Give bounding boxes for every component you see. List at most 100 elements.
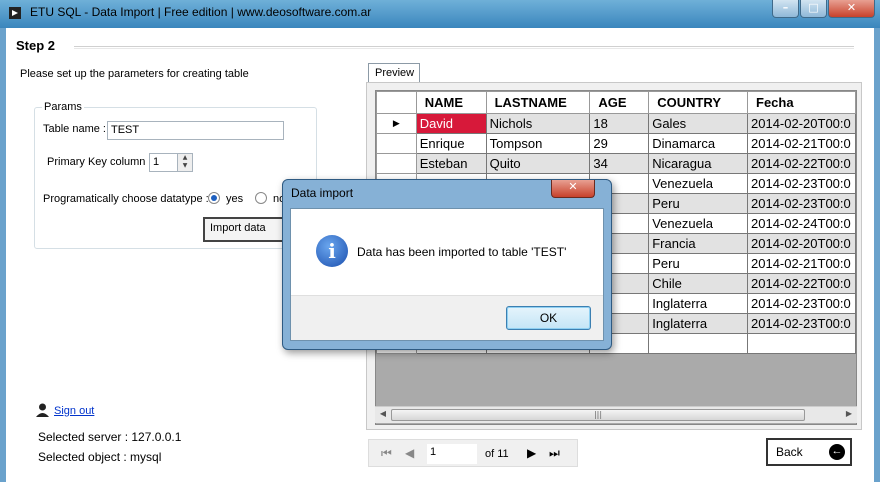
tab-preview[interactable]: Preview: [368, 63, 420, 83]
window-frame-right: [874, 28, 880, 482]
data-import-dialog: Data import ✕ i Data has been imported t…: [282, 179, 612, 350]
pager: ⏮ ◀ 1 of 11 ▶ ⏭: [368, 439, 578, 467]
page-count-text: of 11: [485, 448, 509, 460]
selected-server-text: Selected server : 127.0.0.1: [38, 430, 182, 444]
table-cell[interactable]: David: [415, 113, 487, 134]
table-row[interactable]: ▶ David Nichols 18 Gales 2014-02-20T00:0: [376, 113, 856, 134]
table-cell[interactable]: Esteban: [415, 153, 487, 174]
table-cell[interactable]: Enrique: [415, 133, 487, 154]
first-page-icon[interactable]: ⏮: [381, 446, 392, 461]
minimize-button[interactable]: –: [772, 0, 799, 18]
ok-button[interactable]: OK: [506, 306, 591, 330]
last-page-icon[interactable]: ⏭: [549, 446, 560, 461]
table-cell[interactable]: Quito: [485, 153, 591, 174]
step-divider: [74, 46, 854, 49]
table-cell[interactable]: 2014-02-23T00:0: [747, 193, 856, 214]
next-page-icon[interactable]: ▶: [527, 446, 536, 460]
back-label: Back: [776, 445, 803, 459]
row-header[interactable]: [376, 133, 417, 154]
table-cell[interactable]: 2014-02-21T00:0: [747, 253, 856, 274]
dialog-title: Data import: [291, 186, 354, 200]
table-cell[interactable]: Francia: [648, 233, 748, 254]
selected-object-text: Selected object : mysql: [38, 450, 162, 464]
window-title: ETU SQL - Data Import | Free edition | w…: [30, 5, 372, 19]
import-data-label: Import data: [210, 222, 266, 234]
minimize-icon: –: [782, 1, 789, 14]
table-cell[interactable]: 18: [589, 113, 650, 134]
table-cell[interactable]: Nicaragua: [648, 153, 748, 174]
table-cell[interactable]: [747, 333, 856, 354]
scroll-left-icon[interactable]: ◀: [377, 409, 389, 418]
table-name-input[interactable]: TEST: [107, 121, 284, 140]
back-arrow-icon: ←: [829, 444, 845, 460]
table-cell[interactable]: 2014-02-23T00:0: [747, 293, 856, 314]
column-header[interactable]: LASTNAME: [485, 91, 591, 114]
spinner-down-icon[interactable]: ▼: [178, 162, 192, 170]
datatype-no-radio[interactable]: [255, 192, 267, 204]
row-header[interactable]: [376, 153, 417, 174]
window-titlebar: ETU SQL - Data Import | Free edition | w…: [0, 0, 880, 28]
app-icon: [9, 7, 21, 19]
maximize-button[interactable]: □: [800, 0, 827, 18]
table-cell[interactable]: Nichols: [485, 113, 591, 134]
sign-out-link[interactable]: Sign out: [54, 405, 94, 417]
primary-key-label: Primary Key column :: [47, 156, 152, 168]
header-row: NAME LASTNAME AGE COUNTRY Fecha: [376, 91, 856, 114]
table-cell[interactable]: Peru: [648, 193, 748, 214]
current-row-icon[interactable]: ▶: [376, 113, 417, 134]
dialog-message: Data has been imported to table 'TEST': [357, 245, 567, 259]
table-cell[interactable]: 2014-02-22T00:0: [747, 153, 856, 174]
primary-key-input[interactable]: 1: [149, 153, 178, 172]
datatype-yes-label: yes: [226, 193, 244, 205]
dialog-footer: OK: [291, 295, 603, 340]
table-cell[interactable]: 2014-02-21T00:0: [747, 133, 856, 154]
table-cell[interactable]: 34: [589, 153, 650, 174]
dialog-close-button[interactable]: ✕: [551, 180, 595, 198]
table-cell[interactable]: Gales: [648, 113, 748, 134]
back-button[interactable]: Back ←: [766, 438, 852, 466]
table-cell[interactable]: Tompson: [485, 133, 591, 154]
table-cell[interactable]: Chile: [648, 273, 748, 294]
table-cell[interactable]: 2014-02-23T00:0: [747, 173, 856, 194]
table-cell[interactable]: 2014-02-24T00:0: [747, 213, 856, 234]
maximize-icon: □: [808, 1, 819, 14]
column-header[interactable]: NAME: [415, 91, 487, 114]
import-data-button[interactable]: Import data: [203, 217, 293, 242]
column-header[interactable]: Fecha: [747, 91, 856, 114]
spinner-up-icon[interactable]: ▲: [178, 154, 192, 162]
scroll-right-icon[interactable]: ▶: [843, 409, 855, 418]
dialog-body: i Data has been imported to table 'TEST'…: [290, 208, 604, 341]
scrollbar-thumb[interactable]: |||: [391, 409, 805, 421]
info-icon: i: [316, 235, 348, 267]
params-legend: Params: [42, 101, 84, 113]
primary-key-spinner[interactable]: ▲ ▼: [177, 153, 193, 172]
table-cell[interactable]: [648, 333, 748, 354]
table-cell[interactable]: 2014-02-20T00:0: [747, 113, 856, 134]
close-icon: ✕: [846, 1, 857, 14]
datatype-yes-radio[interactable]: [208, 192, 220, 204]
step-title: Step 2: [16, 38, 56, 53]
datatype-label: Programatically choose datatype :: [43, 193, 209, 205]
table-cell[interactable]: 29: [589, 133, 650, 154]
table-cell[interactable]: Inglaterra: [648, 293, 748, 314]
page-number-input[interactable]: 1: [427, 444, 477, 464]
table-cell[interactable]: 2014-02-23T00:0: [747, 313, 856, 334]
table-row[interactable]: Esteban Quito 34 Nicaragua 2014-02-22T00:0: [376, 153, 856, 174]
table-cell[interactable]: Dinamarca: [648, 133, 748, 154]
table-cell[interactable]: 2014-02-20T00:0: [747, 233, 856, 254]
user-icon: [36, 403, 49, 417]
table-cell[interactable]: Inglaterra: [648, 313, 748, 334]
table-name-label: Table name :: [43, 123, 106, 135]
row-header-corner: [376, 91, 417, 114]
close-button[interactable]: ✕: [828, 0, 875, 18]
table-cell[interactable]: 2014-02-22T00:0: [747, 273, 856, 294]
column-header[interactable]: AGE: [589, 91, 650, 114]
table-cell[interactable]: Venezuela: [648, 173, 748, 194]
close-icon: ✕: [568, 180, 578, 193]
horizontal-scrollbar[interactable]: ◀ ||| ▶: [375, 406, 857, 423]
table-row[interactable]: Enrique Tompson 29 Dinamarca 2014-02-21T00:0: [376, 133, 856, 154]
table-cell[interactable]: Venezuela: [648, 213, 748, 234]
prev-page-icon[interactable]: ◀: [405, 446, 414, 460]
column-header[interactable]: COUNTRY: [648, 91, 748, 114]
table-cell[interactable]: Peru: [648, 253, 748, 274]
